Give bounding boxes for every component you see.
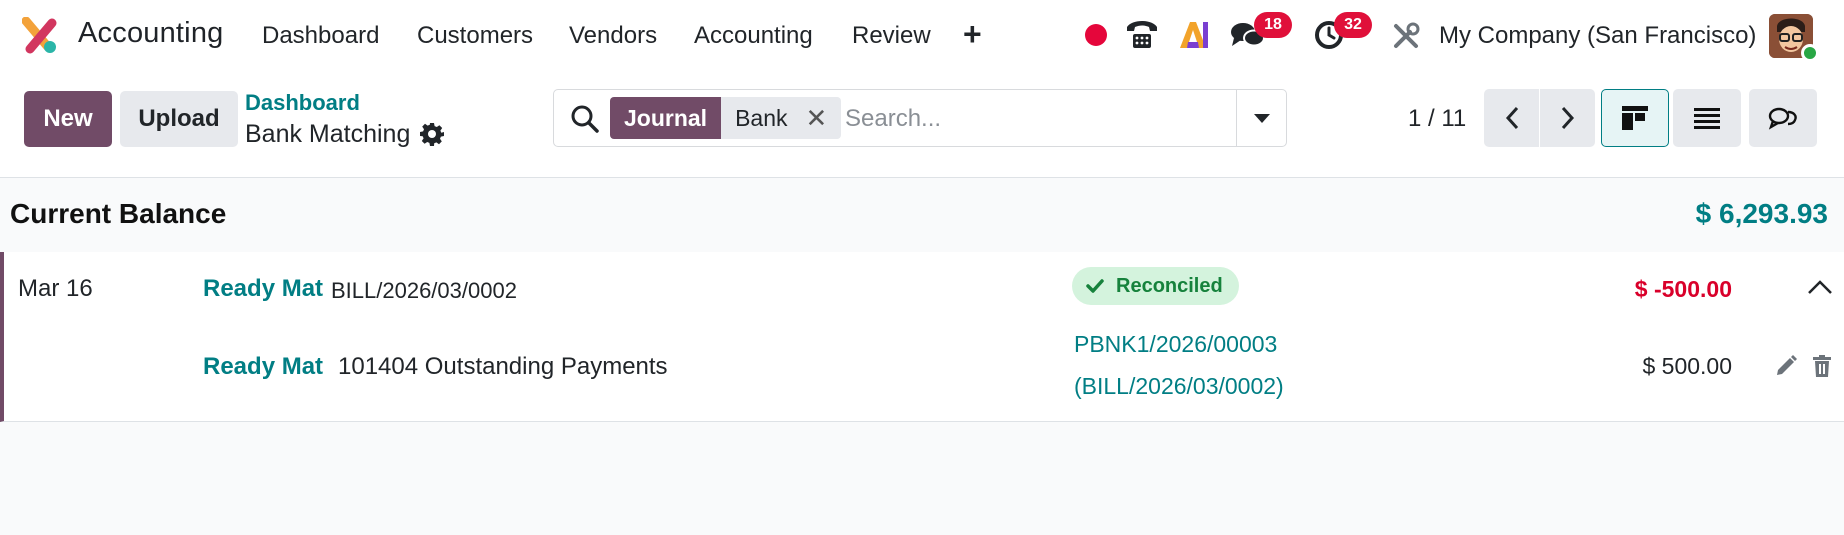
trash-icon[interactable] [1810,354,1834,378]
menu-vendors[interactable]: Vendors [569,22,657,50]
line-reference[interactable]: PBNK1/2026/00003 [1074,331,1277,358]
statement-amount: $ -500.00 [1634,276,1732,302]
search-facet: Journal Bank ✕ [610,97,842,139]
list-icon [1694,108,1720,129]
search-bar: Journal Bank ✕ [553,89,1287,147]
pager-previous-button[interactable] [1484,89,1539,147]
new-button[interactable]: New [24,91,112,147]
statement-reference: BILL/2026/03/0002 [331,278,517,303]
status-badge: Reconciled [1072,267,1239,305]
breadcrumb[interactable]: Dashboard [245,90,360,116]
app-name[interactable]: Accounting [78,17,224,50]
search-options-toggle[interactable] [1236,90,1286,146]
search-icon[interactable] [570,104,600,134]
current-balance-value: $ 6,293.93 [1695,198,1828,229]
online-status-dot [1801,44,1819,62]
facet-label: Journal [610,97,722,139]
control-panel: New Upload Dashboard Bank Matching Journ… [0,72,1844,178]
upload-button[interactable]: Upload [120,91,238,147]
facet-value: Bank [735,105,788,131]
page-title: Bank Matching [245,120,411,148]
line-account: 101404 Outstanding Payments [338,353,668,380]
line-amount: $ 500.00 [1642,353,1732,379]
ai-icon[interactable] [1178,20,1210,50]
plus-icon[interactable]: + [963,18,982,50]
kanban-view-button[interactable] [1601,89,1669,147]
statement-line[interactable]: Mar 16 Ready Mat BILL/2026/03/0002 Recon… [0,252,1844,422]
current-balance-label: Current Balance [10,198,227,229]
chevron-right-icon [1561,106,1574,130]
menu-review[interactable]: Review [852,22,931,50]
menu-customers[interactable]: Customers [417,22,533,50]
search-input[interactable] [845,100,1275,138]
check-icon [1086,279,1104,293]
menu-dashboard[interactable]: Dashboard [262,22,379,50]
facet-value-wrap: Bank ✕ [721,97,842,139]
gear-icon[interactable] [420,122,444,146]
edit-icon[interactable] [1774,354,1798,378]
recording-dot-icon[interactable] [1085,24,1107,46]
chevron-left-icon [1505,106,1518,130]
app-logo-icon[interactable] [22,17,60,55]
pager-value[interactable]: 1 / 11 [1408,105,1466,133]
menu-accounting[interactable]: Accounting [694,22,813,50]
line-partner[interactable]: Ready Mat [203,353,323,381]
kanban-icon [1622,106,1648,130]
tools-icon[interactable] [1392,22,1420,50]
line-reference-origin[interactable]: (BILL/2026/03/0002) [1074,373,1284,400]
chevron-down-icon [1253,113,1270,123]
comments-icon [1768,107,1797,130]
statement-partner[interactable]: Ready Mat [203,275,323,303]
status-label: Reconciled [1116,274,1223,297]
statement-date: Mar 16 [18,275,93,302]
list-view-button[interactable] [1673,89,1741,147]
pager-next-button[interactable] [1540,89,1595,147]
chatter-toggle-button[interactable] [1749,89,1817,147]
activities-badge: 32 [1334,12,1372,38]
chevron-up-icon[interactable] [1806,277,1834,297]
top-navbar: Accounting Dashboard Customers Vendors A… [0,0,1844,72]
company-switcher[interactable]: My Company (San Francisco) [1439,22,1756,50]
phone-icon[interactable] [1124,17,1160,51]
messages-badge: 18 [1254,12,1292,38]
close-icon[interactable]: ✕ [806,97,828,139]
